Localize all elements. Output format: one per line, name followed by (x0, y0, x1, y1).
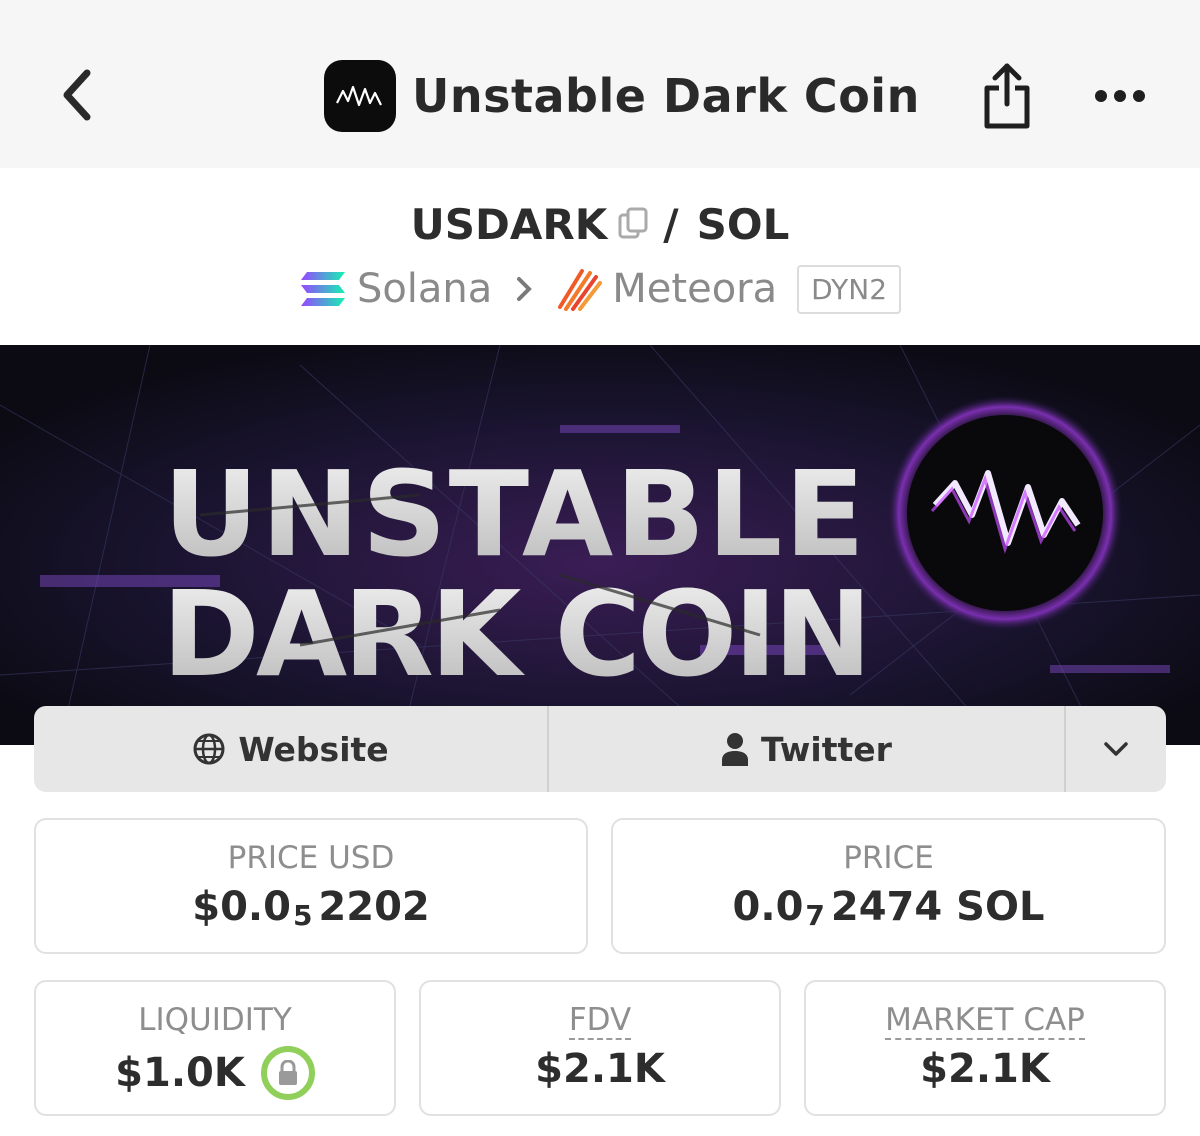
twitter-button[interactable]: Twitter (549, 706, 1066, 792)
market-cap-card: MARKET CAP $2.1K (804, 980, 1166, 1116)
liquidity-label: LIQUIDITY (138, 1002, 292, 1038)
liquidity-value-row: $1.0K (36, 1046, 394, 1100)
banner-line2: DARK COIN (162, 565, 868, 703)
price-sol-prefix: 0.0 (732, 884, 804, 930)
copy-icon[interactable] (617, 204, 651, 244)
pair-line: USDARK / SOL (0, 196, 1200, 252)
share-icon (984, 63, 1030, 129)
website-label: Website (238, 729, 389, 769)
banner-line1: UNSTABLE (163, 445, 867, 583)
more-dots-icon (1095, 90, 1145, 102)
lock-icon[interactable] (260, 1046, 315, 1100)
base-token: USDARK (410, 199, 608, 249)
chevron-left-icon (63, 69, 91, 121)
price-sol-digits: 2474 SOL (830, 884, 1045, 930)
coin-logo (324, 60, 396, 132)
price-usd-card: PRICE USD $0.0 5 2202 (34, 818, 588, 954)
price-usd-zero-count: 5 (292, 898, 313, 932)
more-button[interactable] (1090, 78, 1150, 114)
fdv-label-wrap: FDV (421, 1002, 779, 1040)
market-cap-label[interactable]: MARKET CAP (885, 1002, 1085, 1040)
top-bar: Unstable Dark Coin (0, 0, 1200, 168)
solana-icon (299, 270, 347, 308)
meteora-icon (556, 267, 603, 311)
price-sol-card: PRICE 0.0 7 2474 SOL (611, 818, 1166, 954)
price-sol-label: PRICE (843, 840, 934, 876)
liquidity-card: LIQUIDITY $1.0K (34, 980, 396, 1116)
market-cap-value: $2.1K (920, 1046, 1050, 1092)
chain-name[interactable]: Solana (357, 266, 492, 312)
price-sol-value: 0.0 7 2474 SOL (613, 884, 1164, 932)
chain-breadcrumb: Solana Meteora DYN2 (0, 262, 1200, 316)
price-sol-zero-count: 7 (805, 898, 825, 932)
share-button[interactable] (976, 60, 1038, 132)
price-usd-digits: 2202 (318, 884, 430, 930)
dex-name[interactable]: Meteora (612, 266, 777, 312)
price-usd-label: PRICE USD (227, 840, 395, 876)
page-title: Unstable Dark Coin (412, 69, 920, 123)
fdv-card: FDV $2.1K (419, 980, 781, 1116)
liquidity-value: $1.0K (115, 1050, 245, 1096)
quote-token: SOL (696, 199, 790, 249)
expand-links-button[interactable] (1066, 706, 1166, 792)
twitter-label: Twitter (761, 729, 892, 769)
chevron-right-icon (514, 274, 534, 304)
fdv-label[interactable]: FDV (568, 1002, 632, 1040)
price-usd-value: $0.0 5 2202 (36, 884, 586, 932)
token-banner: UNSTABLE DARK COIN (0, 345, 1200, 745)
fdv-value: $2.1K (535, 1046, 665, 1092)
price-usd-prefix: $0.0 (192, 884, 291, 930)
globe-icon (192, 732, 226, 766)
market-cap-label-wrap: MARKET CAP (806, 1002, 1164, 1040)
website-button[interactable]: Website (34, 706, 549, 792)
links-bar: Website Twitter (34, 706, 1166, 792)
user-icon (721, 732, 749, 766)
wave-icon (336, 85, 382, 107)
chevron-down-icon (1104, 742, 1128, 756)
pair-separator: / (663, 199, 679, 249)
back-button[interactable] (52, 64, 102, 126)
pool-type-badge: DYN2 (797, 264, 902, 314)
